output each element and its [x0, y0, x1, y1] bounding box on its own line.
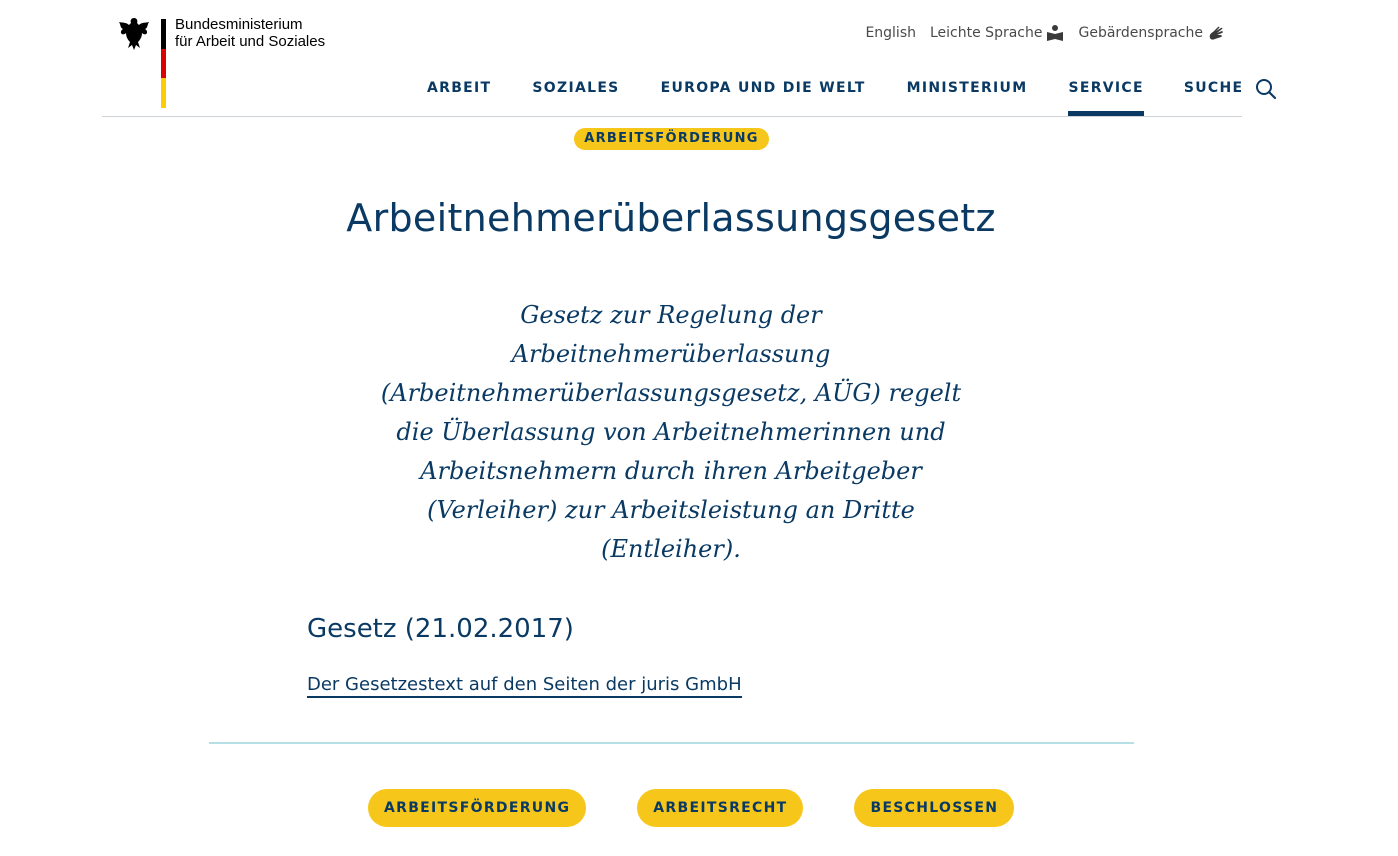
section-divider: [209, 742, 1134, 744]
nav-item-soziales[interactable]: SOZIALES: [532, 80, 619, 116]
nav-item-label: EUROPA UND DIE WELT: [660, 80, 866, 96]
nav-item-label: ARBEIT: [427, 80, 492, 96]
ministry-logo[interactable]: Bundesministerium für Arbeit und Soziale…: [117, 16, 325, 109]
nav-item-arbeit[interactable]: ARBEIT: [427, 80, 491, 116]
law-text-link[interactable]: Der Gesetzestext auf den Seiten der juri…: [307, 674, 742, 698]
ministry-name-line1: Bundesministerium: [175, 16, 303, 33]
nav-item-europa-und-die-welt[interactable]: EUROPA UND DIE WELT: [661, 80, 866, 116]
language-links: English Leichte Sprache Gebärdensprache: [865, 24, 1225, 42]
nav-item-label: MINISTERIUM: [906, 80, 1028, 96]
ministry-name: Bundesministerium für Arbeit und Soziale…: [175, 16, 395, 50]
tag-arbeitsrecht[interactable]: ARBEITSRECHT: [637, 789, 804, 827]
category-tag-top[interactable]: ARBEITSFÖRDERUNG: [574, 128, 769, 150]
lang-link-easy-language[interactable]: Leichte Sprache: [930, 24, 1064, 42]
nav-item-suche[interactable]: SUCHE: [1183, 79, 1278, 116]
law-heading: Gesetz (21.02.2017): [307, 614, 574, 644]
tag-beschlossen[interactable]: BESCHLOSSEN: [854, 789, 1015, 827]
nav-item-service[interactable]: SERVICE: [1068, 80, 1145, 116]
lang-link-label: English: [865, 25, 916, 41]
intro-text: Gesetz zur Regelung der Arbeitnehmerüber…: [380, 301, 962, 563]
page-title: Arbeitnehmerüberlassungsgesetz: [346, 196, 996, 240]
nav-item-label: SERVICE: [1068, 80, 1144, 96]
federal-eagle-icon: [119, 18, 149, 50]
main-navigation: ARBEIT SOZIALES EUROPA UND DIE WELT MINI…: [427, 79, 1278, 116]
lang-link-label: Leichte Sprache: [930, 25, 1043, 41]
lang-link-label: Gebärdensprache: [1078, 25, 1203, 41]
header-divider: [102, 116, 1242, 117]
tag-arbeitsfoerderung[interactable]: ARBEITSFÖRDERUNG: [368, 789, 587, 827]
nav-item-ministerium[interactable]: MINISTERIUM: [907, 80, 1028, 116]
sign-language-icon: [1209, 26, 1223, 40]
nav-item-label: SUCHE: [1183, 80, 1244, 96]
lang-link-sign-language[interactable]: Gebärdensprache: [1078, 24, 1225, 42]
lang-link-english[interactable]: English: [865, 25, 916, 41]
ministry-name-line2: für Arbeit und Soziales: [175, 33, 326, 50]
easy-language-icon: [1047, 25, 1064, 41]
german-flag-bar: [161, 19, 166, 109]
tag-list: ARBEITSFÖRDERUNG ARBEITSRECHT BESCHLOSSE…: [368, 789, 1015, 827]
search-icon: [1256, 79, 1277, 100]
nav-item-label: SOZIALES: [532, 80, 620, 96]
